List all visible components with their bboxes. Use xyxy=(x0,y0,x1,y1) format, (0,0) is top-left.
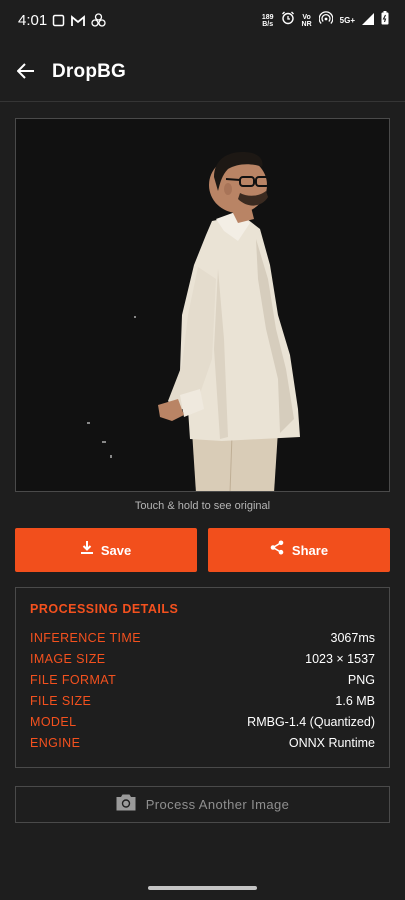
app-title: DropBG xyxy=(52,61,127,82)
process-another-label: Process Another Image xyxy=(145,797,290,812)
details-value: PNG xyxy=(347,673,375,687)
download-icon xyxy=(80,541,93,559)
camera-icon xyxy=(116,794,136,816)
process-another-button[interactable]: Process Another Image xyxy=(15,786,390,823)
details-row-image-size: IMAGE SIZE 1023 × 1537 xyxy=(30,652,375,670)
hotspot-icon xyxy=(318,11,334,30)
gmail-icon xyxy=(71,14,85,32)
volte-indicator: Vo NR xyxy=(302,14,312,28)
data-speed-unit: B/s xyxy=(262,20,274,28)
status-bar: 4:01 189 B/s Vo NR 5G+ xyxy=(0,0,405,44)
signal-icon xyxy=(362,12,374,30)
details-row-file-format: FILE FORMAT PNG xyxy=(30,673,375,691)
screenshot-icon xyxy=(52,14,65,32)
data-speed-indicator: 189 B/s xyxy=(262,14,274,28)
details-key: FILE SIZE xyxy=(30,694,92,708)
save-label: Save xyxy=(100,542,132,558)
details-row-file-size: FILE SIZE 1.6 MB xyxy=(30,694,375,712)
volte-bottom: NR xyxy=(301,20,312,28)
home-indicator[interactable] xyxy=(148,886,257,890)
details-key: IMAGE SIZE xyxy=(30,652,106,666)
network-type: 5G+ xyxy=(339,16,355,25)
status-system-icons: 189 B/s Vo NR 5G+ xyxy=(262,11,389,30)
details-key: INFERENCE TIME xyxy=(30,631,141,645)
status-time: 4:01 xyxy=(18,12,48,29)
details-key: FILE FORMAT xyxy=(30,673,117,687)
volte-top: Vo xyxy=(302,13,311,21)
data-speed-value: 189 xyxy=(261,13,274,21)
details-key: MODEL xyxy=(30,715,77,729)
share-label: Share xyxy=(291,542,329,558)
result-preview[interactable] xyxy=(15,118,390,492)
details-value: 1.6 MB xyxy=(335,694,375,708)
details-value: 3067ms xyxy=(330,631,375,645)
back-button[interactable] xyxy=(12,59,40,87)
details-row-engine: ENGINE ONNX Runtime xyxy=(30,736,375,754)
share-icon xyxy=(270,540,284,560)
alarm-icon xyxy=(281,11,295,30)
share-button[interactable]: Share xyxy=(208,528,390,572)
battery-icon xyxy=(381,11,389,30)
details-value: RMBG-1.4 (Quantized) xyxy=(247,715,375,729)
arrow-back-icon xyxy=(16,62,35,84)
cubes-icon xyxy=(91,13,106,32)
details-value: ONNX Runtime xyxy=(288,736,375,750)
processing-details-card: PROCESSING DETAILS INFERENCE TIME 3067ms… xyxy=(15,587,390,768)
details-value: 1023 × 1537 xyxy=(305,652,375,666)
details-key: ENGINE xyxy=(30,736,81,750)
preview-hint: Touch & hold to see original xyxy=(134,500,271,512)
details-title: PROCESSING DETAILS xyxy=(30,602,179,616)
person-cutout-image xyxy=(87,152,300,491)
save-button[interactable]: Save xyxy=(15,528,197,572)
details-row-model: MODEL RMBG-1.4 (Quantized) xyxy=(30,715,375,733)
details-row-inference-time: INFERENCE TIME 3067ms xyxy=(30,631,375,649)
app-bar: DropBG xyxy=(0,44,405,102)
status-notification-icons xyxy=(52,13,106,32)
